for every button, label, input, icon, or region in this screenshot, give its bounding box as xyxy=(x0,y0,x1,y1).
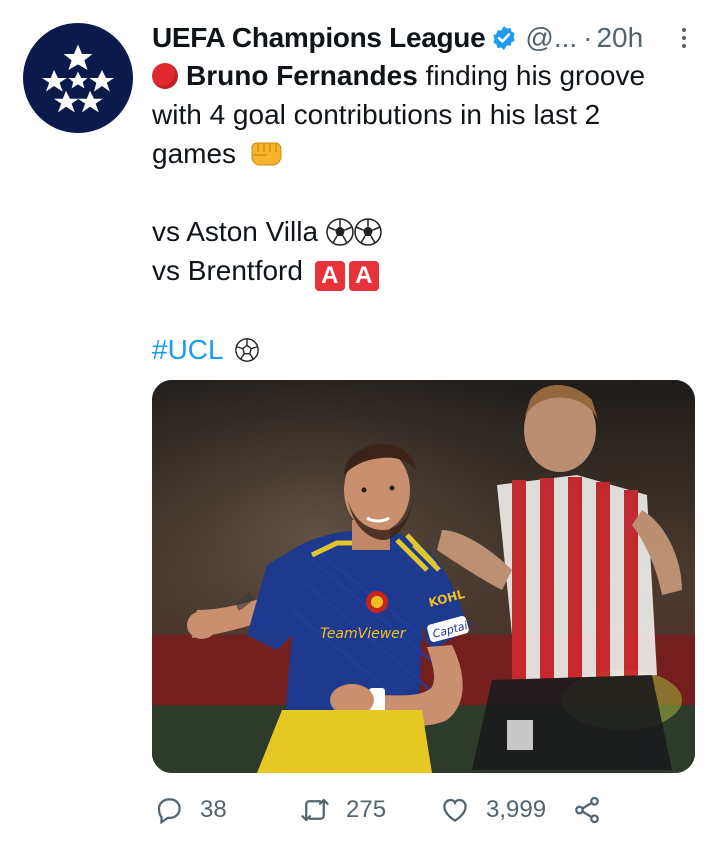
share-button[interactable] xyxy=(572,795,618,825)
author-handle[interactable]: @... xyxy=(525,22,577,54)
text-line-1: finding his groove xyxy=(417,60,646,91)
soccer-ball-emoji-icon xyxy=(354,218,382,246)
text-line-4: vs Aston Villa xyxy=(152,216,319,247)
retweet-icon xyxy=(301,798,329,822)
separator-dot: · xyxy=(583,22,593,53)
hashtag-link[interactable]: #UCL xyxy=(152,334,223,365)
starball-logo-icon xyxy=(42,44,114,113)
retweet-count: 275 xyxy=(346,796,387,823)
fist-emoji-icon xyxy=(251,142,282,166)
soccer-ball-emoji-icon xyxy=(235,338,260,362)
tweet-header: UEFA Champions League @... · 20h xyxy=(152,18,690,58)
red-circle-emoji-icon xyxy=(152,63,178,89)
text-line-2: with 4 goal contributions in his last 2 xyxy=(152,99,601,130)
tweet-time[interactable]: 20h xyxy=(596,22,643,54)
a-button-emoji-icon: A xyxy=(314,261,345,291)
soccer-ball-emoji-icon xyxy=(326,218,354,246)
a-button-emoji-icon: A xyxy=(348,261,379,291)
text-line-3: games xyxy=(152,138,237,169)
retweet-button[interactable]: 275 xyxy=(300,795,386,825)
like-count: 3,999 xyxy=(486,796,547,823)
verified-badge-icon xyxy=(493,26,516,50)
avatar[interactable] xyxy=(23,23,133,133)
author-name[interactable]: UEFA Champions League xyxy=(152,22,486,54)
reply-icon xyxy=(157,798,181,825)
more-options-icon[interactable] xyxy=(674,22,694,54)
heart-icon xyxy=(443,798,467,822)
text-line-5: vs Brentford xyxy=(152,255,303,286)
like-button[interactable]: 3,999 xyxy=(440,795,546,825)
share-icon xyxy=(575,796,599,824)
tweet-photo[interactable]: TeamViewer KOHL Captain xyxy=(152,380,695,773)
mention-bold-name: Bruno Fernandes xyxy=(186,60,418,91)
tweet-actions: 38 275 3,999 xyxy=(152,795,700,835)
reply-count: 38 xyxy=(200,796,227,823)
jersey-sponsor-text: TeamViewer xyxy=(320,626,407,642)
football-match-image: TeamViewer KOHL Captain xyxy=(152,380,695,773)
reply-button[interactable]: 38 xyxy=(154,795,227,825)
tweet-text: Bruno Fernandes finding his groove with … xyxy=(152,56,692,369)
